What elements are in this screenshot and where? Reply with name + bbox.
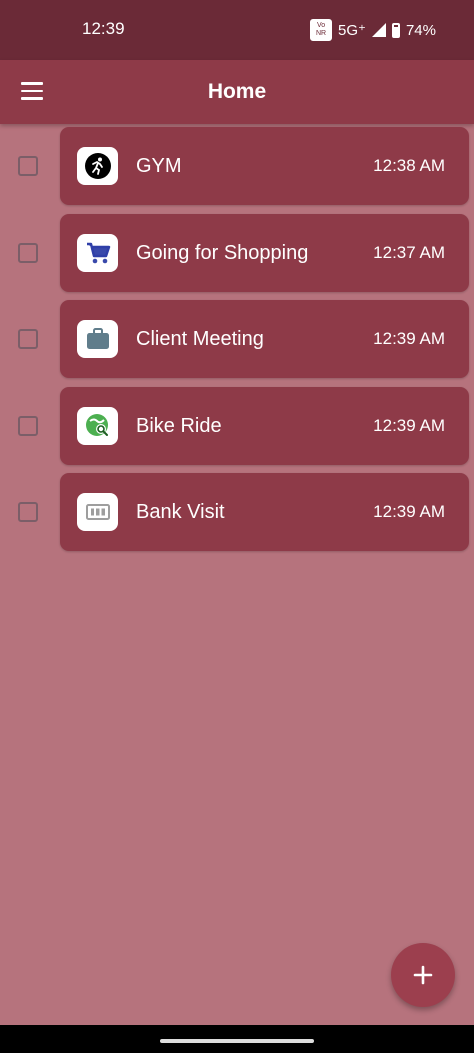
task-title: Bank Visit bbox=[136, 501, 225, 523]
battery-percent: 74% bbox=[405, 21, 436, 39]
plus-icon bbox=[413, 965, 433, 985]
task-title: Going for Shopping bbox=[136, 241, 309, 264]
status-indicators: Vo NR 5G⁺ 74% bbox=[310, 19, 436, 41]
bike-ride-icon bbox=[77, 406, 118, 445]
task-title: GYM bbox=[136, 155, 182, 177]
list-item: Client Meeting 12:39 AM bbox=[0, 300, 474, 387]
task-time: 12:39 AM bbox=[373, 329, 445, 348]
task-card[interactable]: Going for Shopping 12:37 AM bbox=[60, 213, 469, 292]
task-card[interactable]: Client Meeting 12:39 AM bbox=[60, 300, 469, 378]
task-card[interactable]: Bike Ride 12:39 AM bbox=[60, 386, 469, 465]
briefcase-icon bbox=[77, 320, 118, 358]
network-type: 5G⁺ bbox=[338, 22, 366, 39]
task-checkbox[interactable] bbox=[18, 156, 38, 176]
task-card[interactable]: Bank Visit 12:39 AM bbox=[60, 473, 469, 551]
status-time: 12:39 bbox=[82, 19, 125, 38]
task-time: 12:38 AM bbox=[373, 156, 445, 175]
shopping-cart-icon bbox=[77, 233, 118, 272]
task-time: 12:39 AM bbox=[373, 415, 445, 435]
bank-note-icon bbox=[77, 493, 118, 531]
running-icon bbox=[77, 147, 118, 185]
list-item: GYM 12:38 AM bbox=[0, 127, 474, 214]
list-item: Bank Visit 12:39 AM bbox=[0, 473, 474, 560]
add-task-button[interactable] bbox=[391, 943, 455, 1007]
list-item: Bike Ride 12:39 AM bbox=[0, 386, 474, 474]
task-title: Client Meeting bbox=[136, 328, 264, 350]
task-time: 12:39 AM bbox=[373, 502, 445, 521]
system-nav-bar bbox=[0, 1025, 474, 1053]
list-item: Going for Shopping 12:37 AM bbox=[0, 213, 474, 301]
task-checkbox[interactable] bbox=[18, 415, 38, 436]
task-time: 12:37 AM bbox=[373, 242, 445, 262]
battery-icon bbox=[391, 22, 400, 38]
home-gesture-handle[interactable] bbox=[160, 1039, 314, 1043]
task-checkbox[interactable] bbox=[18, 329, 38, 349]
task-checkbox[interactable] bbox=[18, 502, 38, 522]
task-checkbox[interactable] bbox=[18, 242, 38, 263]
volte-icon: Vo NR bbox=[310, 19, 333, 41]
page-title: Home bbox=[207, 80, 267, 103]
task-title: Bike Ride bbox=[136, 414, 222, 437]
signal-icon bbox=[371, 23, 386, 37]
task-card[interactable]: GYM 12:38 AM bbox=[60, 127, 469, 205]
task-list: GYM 12:38 AM Going for Shopping 12:37 AM… bbox=[0, 127, 474, 560]
status-bar: 12:39 Vo NR 5G⁺ 74% bbox=[0, 0, 474, 60]
app-bar: Home bbox=[0, 60, 474, 124]
